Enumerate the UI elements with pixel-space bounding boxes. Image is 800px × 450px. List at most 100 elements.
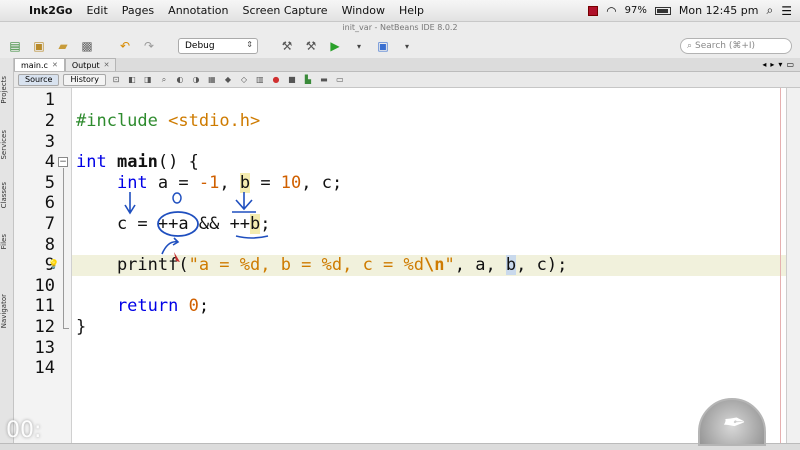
tab-projects[interactable]: Projects — [0, 76, 14, 104]
fold-collapse-icon[interactable]: − — [58, 157, 68, 167]
line-number-gutter[interactable]: 1 2 3 4 5 6 7 8 9 10 11 12 13 14 💡 − — [14, 88, 72, 443]
save-all-icon[interactable]: ▩ — [78, 37, 96, 55]
line-number: 13 — [34, 338, 55, 358]
menu-bar: Ink2Go Edit Pages Annotation Screen Capt… — [0, 0, 800, 22]
menu-edit[interactable]: Edit — [79, 4, 114, 17]
fold-guide-end — [63, 328, 69, 329]
last-edit-icon[interactable]: ⊡ — [110, 74, 122, 86]
dropdown-icon[interactable]: ▾ — [778, 60, 782, 69]
undo-icon[interactable]: ↶ — [116, 37, 134, 55]
chart-icon[interactable]: ▙ — [302, 74, 314, 86]
code-line-5: int a = -1, b = 10, c; — [76, 173, 342, 194]
comment-icon[interactable]: ▬ — [318, 74, 330, 86]
find-next-icon[interactable]: ◑ — [190, 74, 202, 86]
build-hammer-icon[interactable]: ⚒ — [278, 37, 296, 55]
tab-navigator[interactable]: Navigator — [0, 294, 14, 328]
lightbulb-hint-icon[interactable]: 💡 — [48, 260, 59, 270]
find-prev-icon[interactable]: ◐ — [174, 74, 186, 86]
tab-main-c[interactable]: main.c ✕ — [14, 58, 65, 71]
line-number: 7 — [44, 214, 55, 234]
run-dropdown-icon[interactable]: ▾ — [350, 37, 368, 55]
prev-bookmark-icon[interactable]: ◆ — [222, 74, 234, 86]
search-placeholder: Search (⌘+I) — [695, 41, 756, 51]
line-number: 4 — [44, 152, 55, 172]
code-line-11: return 0; — [76, 296, 209, 317]
menu-pages[interactable]: Pages — [115, 4, 161, 17]
debug-dropdown-icon[interactable]: ▾ — [398, 37, 416, 55]
menu-screen-capture[interactable]: Screen Capture — [236, 4, 335, 17]
tab-classes[interactable]: Classes — [0, 182, 14, 208]
tab-files[interactable]: Files — [0, 234, 14, 249]
scroll-right-icon[interactable]: ▸ — [770, 60, 774, 69]
menu-annotation[interactable]: Annotation — [161, 4, 235, 17]
side-panel-tabs: Projects Services Classes Files Navigato… — [0, 58, 14, 443]
menu-extras: ◠ 97% Mon 12:45 pm ⌕ ☰ — [588, 3, 800, 18]
spotlight-icon[interactable]: ⌕ — [767, 3, 774, 18]
code-line-12: } — [76, 317, 86, 338]
search-field[interactable]: ⌕ Search (⌘+I) — [680, 38, 792, 54]
forward-icon[interactable]: ◨ — [142, 74, 154, 86]
code-text: && — [188, 214, 230, 234]
wifi-icon[interactable]: ◠ — [606, 4, 616, 18]
history-button[interactable]: History — [63, 73, 106, 86]
right-margin-guide — [780, 88, 781, 443]
configuration-select[interactable]: Debug ⇕ — [178, 38, 258, 54]
uncomment-icon[interactable]: ▭ — [334, 74, 346, 86]
macro-stop-icon[interactable]: ■ — [286, 74, 298, 86]
highlighted-identifier: b — [250, 214, 261, 234]
line-number: 1 — [44, 90, 55, 110]
menu-app-name[interactable]: Ink2Go — [22, 4, 79, 17]
code-text: , — [219, 173, 240, 193]
status-bar — [0, 443, 800, 450]
line-number: 5 — [44, 173, 55, 193]
window-title: init_var - NetBeans IDE 8.0.2 — [342, 23, 458, 32]
tab-output[interactable]: Output ✕ — [64, 58, 117, 71]
code-text: a = — [147, 173, 199, 193]
next-bookmark-icon[interactable]: ◇ — [238, 74, 250, 86]
source-button[interactable]: Source — [18, 73, 60, 86]
clock[interactable]: Mon 12:45 pm — [679, 4, 759, 17]
chevron-updown-icon: ⇕ — [246, 40, 253, 49]
maximize-icon[interactable]: ▭ — [786, 60, 794, 69]
open-project-icon[interactable]: ▰ — [54, 37, 72, 55]
line-number: 3 — [44, 132, 55, 152]
find-icon[interactable]: ⌕ — [158, 74, 170, 86]
menu-window[interactable]: Window — [335, 4, 392, 17]
close-icon[interactable]: ✕ — [104, 61, 110, 69]
macro-record-icon[interactable]: ● — [270, 74, 282, 86]
notification-center-icon[interactable]: ☰ — [781, 4, 792, 18]
code-editor[interactable]: 1 2 3 4 5 6 7 8 9 10 11 12 13 14 💡 − #in… — [14, 88, 786, 443]
keyword: int — [116, 173, 148, 193]
back-icon[interactable]: ◧ — [126, 74, 138, 86]
new-project-icon[interactable]: ▣ — [30, 37, 48, 55]
redo-icon[interactable]: ↷ — [140, 37, 158, 55]
code-text: ; — [198, 296, 210, 316]
keyword: int — [76, 152, 107, 172]
debug-icon[interactable]: ▣ — [374, 37, 392, 55]
selected-identifier: b — [505, 255, 517, 275]
code-text: } — [76, 317, 87, 337]
code-text: ++a — [157, 214, 189, 234]
include-header: <stdio.h> — [168, 111, 261, 131]
new-file-icon[interactable]: ▤ — [6, 37, 24, 55]
code-text: ; — [260, 214, 271, 234]
close-icon[interactable]: ✕ — [52, 61, 58, 69]
recording-status-icon[interactable] — [588, 5, 599, 16]
vertical-scrollbar[interactable] — [786, 88, 800, 443]
menu-help[interactable]: Help — [392, 4, 431, 17]
number-literal: 10 — [280, 173, 302, 193]
clean-build-icon[interactable]: ⚒ — [302, 37, 320, 55]
run-icon[interactable]: ▶ — [326, 37, 344, 55]
toggle-bookmark-icon[interactable]: ▥ — [254, 74, 266, 86]
scroll-left-icon[interactable]: ◂ — [762, 60, 766, 69]
battery-icon[interactable] — [654, 6, 671, 15]
main-toolbar: ▤ ▣ ▰ ▩ ↶ ↷ Debug ⇕ ⚒ ⚒ ▶ ▾ ▣ ▾ ⌕ Search… — [0, 34, 800, 58]
line-number: 11 — [34, 296, 55, 316]
tab-services[interactable]: Services — [0, 130, 14, 160]
code-text: c = — [76, 214, 158, 234]
code-text: , c); — [516, 255, 568, 275]
code-line-4: int main() { — [76, 152, 199, 173]
code-text: printf( — [76, 255, 189, 275]
toggle-highlight-icon[interactable]: ▦ — [206, 74, 218, 86]
